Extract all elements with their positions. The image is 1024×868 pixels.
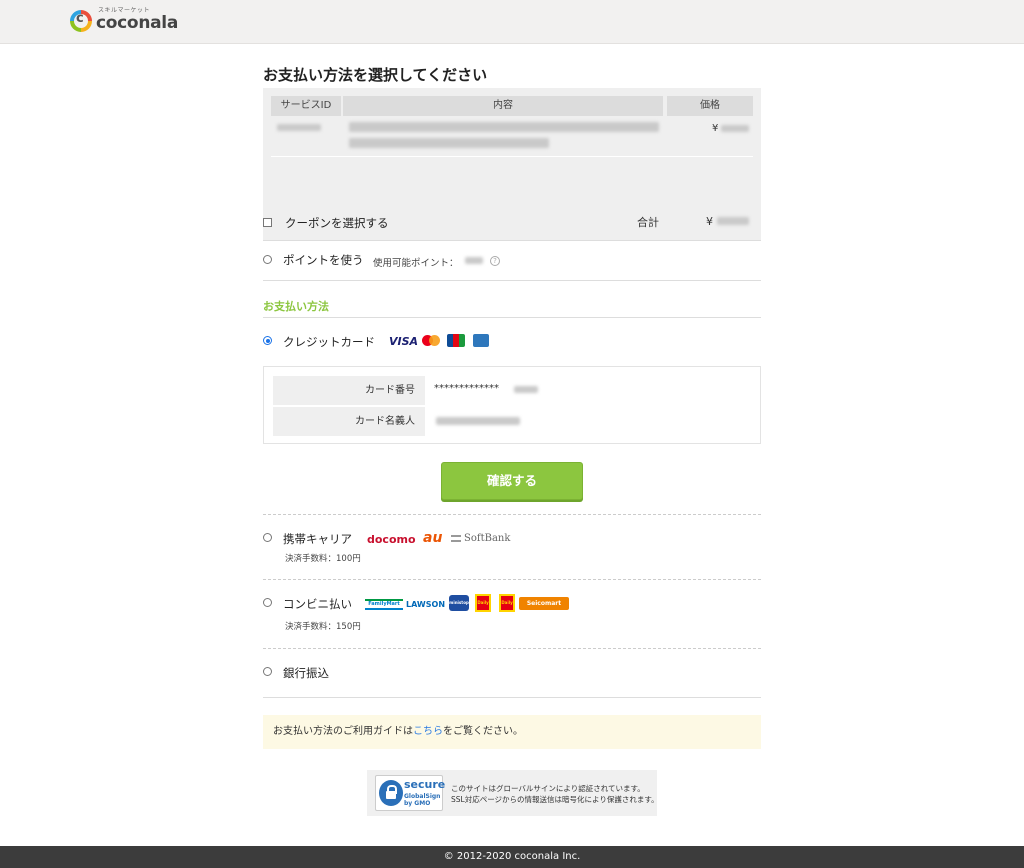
ssl-seal: secure GlobalSign by GMO このサイトはグローバルサインによ…: [367, 770, 659, 816]
divider: [263, 514, 761, 515]
help-icon[interactable]: ?: [490, 256, 500, 266]
col-content: 内容: [343, 96, 663, 116]
available-points-redacted: [465, 257, 483, 264]
card-number-redacted: [514, 386, 538, 393]
divider: [263, 280, 761, 281]
coconala-logo[interactable]: スキルマーケット coconala: [70, 7, 178, 33]
coupon-label[interactable]: クーポンを選択する: [285, 215, 389, 231]
card-details-panel: カード番号 ************* カード名義人: [263, 366, 761, 444]
col-price: 価格: [667, 96, 753, 116]
lawson-logo: LAWSON: [406, 600, 446, 609]
payment-method-heading: お支払い方法: [263, 300, 329, 313]
item-price-prefix: ¥: [712, 123, 719, 134]
amex-icon: [473, 334, 489, 347]
card-holder-label: カード名義人: [273, 407, 425, 436]
mastercard-icon: [421, 335, 441, 348]
total-divider: [271, 156, 753, 157]
footer-copyright: © 2012-2020 coconala Inc.: [0, 846, 1024, 868]
convenience-fee: 決済手数料：150円: [285, 622, 361, 632]
total-price-redacted: [717, 217, 749, 225]
daily-yamazaki-logo: Daily: [475, 594, 491, 612]
available-points-label: 使用可能ポイント：: [373, 258, 459, 269]
carrier-label[interactable]: 携帯キャリア: [283, 531, 352, 547]
bank-transfer-radio[interactable]: [263, 667, 272, 676]
softbank-logo: [451, 535, 461, 542]
top-bar: スキルマーケット coconala: [0, 0, 1024, 44]
card-number-label: カード番号: [273, 376, 425, 405]
divider: [263, 648, 761, 649]
bank-transfer-label[interactable]: 銀行振込: [283, 665, 329, 681]
confirm-button[interactable]: 確認する: [441, 462, 583, 500]
service-id-redacted: [277, 124, 321, 131]
daily-store-logo: Daily: [499, 594, 515, 612]
jcb-icon: [447, 334, 465, 347]
convenience-label[interactable]: コンビニ払い: [283, 596, 352, 612]
divider: [263, 317, 761, 318]
credit-card-label[interactable]: クレジットカード: [283, 334, 375, 350]
visa-icon: VISA: [389, 335, 419, 348]
ssl-badge-word: secure: [404, 778, 446, 791]
convenience-radio[interactable]: [263, 598, 272, 607]
payment-guide-notice: お支払い方法のご利用ガイドはこちらをご覧ください。: [263, 715, 761, 749]
divider: [263, 579, 761, 580]
divider: [263, 697, 761, 698]
ssl-description: このサイトはグローバルサインにより認証されています。 SSL対応ページからの情報送…: [451, 784, 659, 804]
use-points-radio[interactable]: [263, 255, 272, 264]
globalsign-badge[interactable]: secure GlobalSign by GMO: [375, 775, 446, 811]
use-points-label[interactable]: ポイントを使う: [283, 252, 364, 268]
logo-wordmark: coconala: [96, 13, 178, 33]
total-price-prefix: ¥: [706, 215, 713, 228]
seicomart-logo: Seicomart: [519, 597, 569, 610]
guide-link[interactable]: こちら: [413, 726, 443, 737]
ministop-logo: ministop: [449, 595, 469, 611]
card-number-value: *************: [434, 383, 499, 394]
coupon-checkbox[interactable]: [263, 218, 272, 227]
divider: [263, 240, 761, 241]
item-price-redacted: [721, 125, 749, 132]
docomo-logo: docomo: [367, 533, 416, 546]
col-service-id: サービスID: [271, 96, 341, 116]
au-logo: au: [423, 530, 443, 546]
logo-mark-icon: [70, 9, 92, 32]
carrier-radio[interactable]: [263, 533, 272, 542]
content-redacted-line2: [349, 138, 549, 148]
carrier-fee: 決済手数料：100円: [285, 554, 361, 564]
lock-icon: [379, 780, 403, 806]
credit-card-radio[interactable]: [263, 336, 272, 345]
page-title: お支払い方法を選択してください: [263, 66, 488, 84]
total-label: 合計: [637, 216, 659, 229]
logo-tagline: スキルマーケット: [98, 7, 151, 14]
content-redacted-line1: [349, 122, 659, 132]
familymart-logo: FamilyMart: [365, 599, 403, 610]
card-holder-redacted: [436, 417, 520, 425]
softbank-label: SoftBank: [464, 533, 511, 544]
